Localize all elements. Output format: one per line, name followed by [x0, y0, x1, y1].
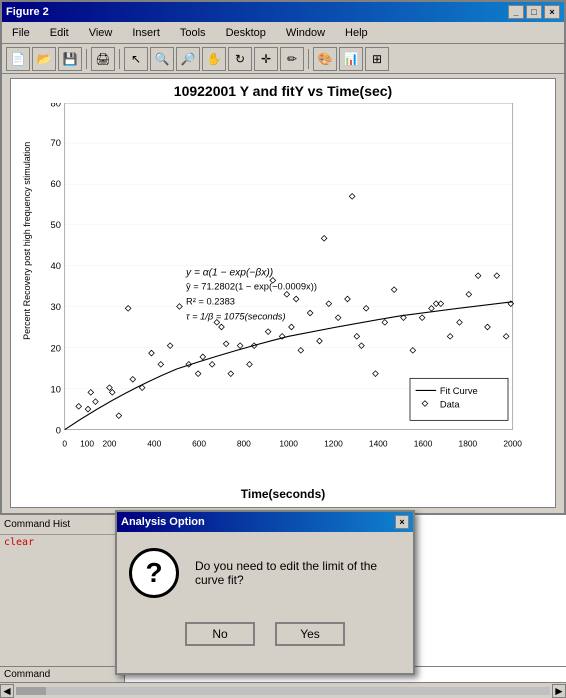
dialog-buttons: No Yes [117, 614, 413, 654]
dialog-close-button[interactable]: × [395, 515, 409, 529]
analysis-dialog: Analysis Option × ? Do you need to edit … [115, 510, 415, 675]
dialog-title: Analysis Option [121, 516, 205, 528]
dialog-titlebar: Analysis Option × [117, 512, 413, 532]
dialog-body: ? Do you need to edit the limit of the c… [117, 532, 413, 614]
dialog-overlay: Analysis Option × ? Do you need to edit … [0, 0, 566, 698]
yes-button[interactable]: Yes [275, 622, 345, 646]
question-icon: ? [129, 548, 179, 598]
no-button[interactable]: No [185, 622, 255, 646]
dialog-question: Do you need to edit the limit of the cur… [195, 559, 401, 587]
